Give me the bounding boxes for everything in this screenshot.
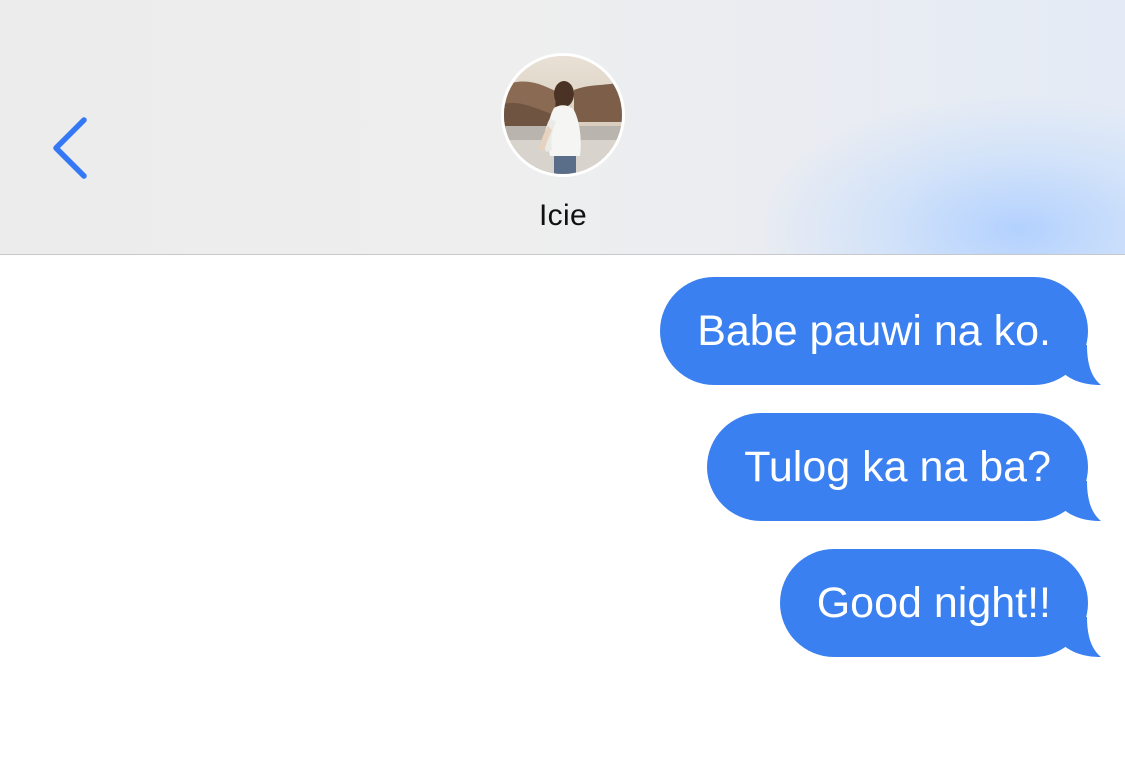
message-row: Good night!! <box>779 549 1101 659</box>
message-bubble[interactable]: Tulog ka na ba? <box>707 413 1101 521</box>
contact-name[interactable]: Icie <box>463 199 663 233</box>
avatar[interactable] <box>501 53 625 177</box>
avatar-photo <box>504 56 622 174</box>
message-text: Good night!! <box>816 578 1051 627</box>
message-text: Tulog ka na ba? <box>744 442 1051 491</box>
message-bubble[interactable]: Good night!! <box>779 549 1101 657</box>
message-row: Babe pauwi na ko. <box>660 277 1101 387</box>
message-bubble[interactable]: Babe pauwi na ko. <box>660 277 1101 385</box>
bubble-tail <box>1061 345 1101 385</box>
bubble-tail <box>1061 481 1101 521</box>
bubble-tail <box>1061 617 1101 657</box>
message-row: Tulog ka na ba? <box>707 413 1101 523</box>
back-button[interactable] <box>40 108 100 188</box>
conversation-header: Icie <box>0 0 1125 255</box>
message-text: Babe pauwi na ko. <box>697 306 1051 355</box>
chevron-left-icon <box>53 117 87 179</box>
